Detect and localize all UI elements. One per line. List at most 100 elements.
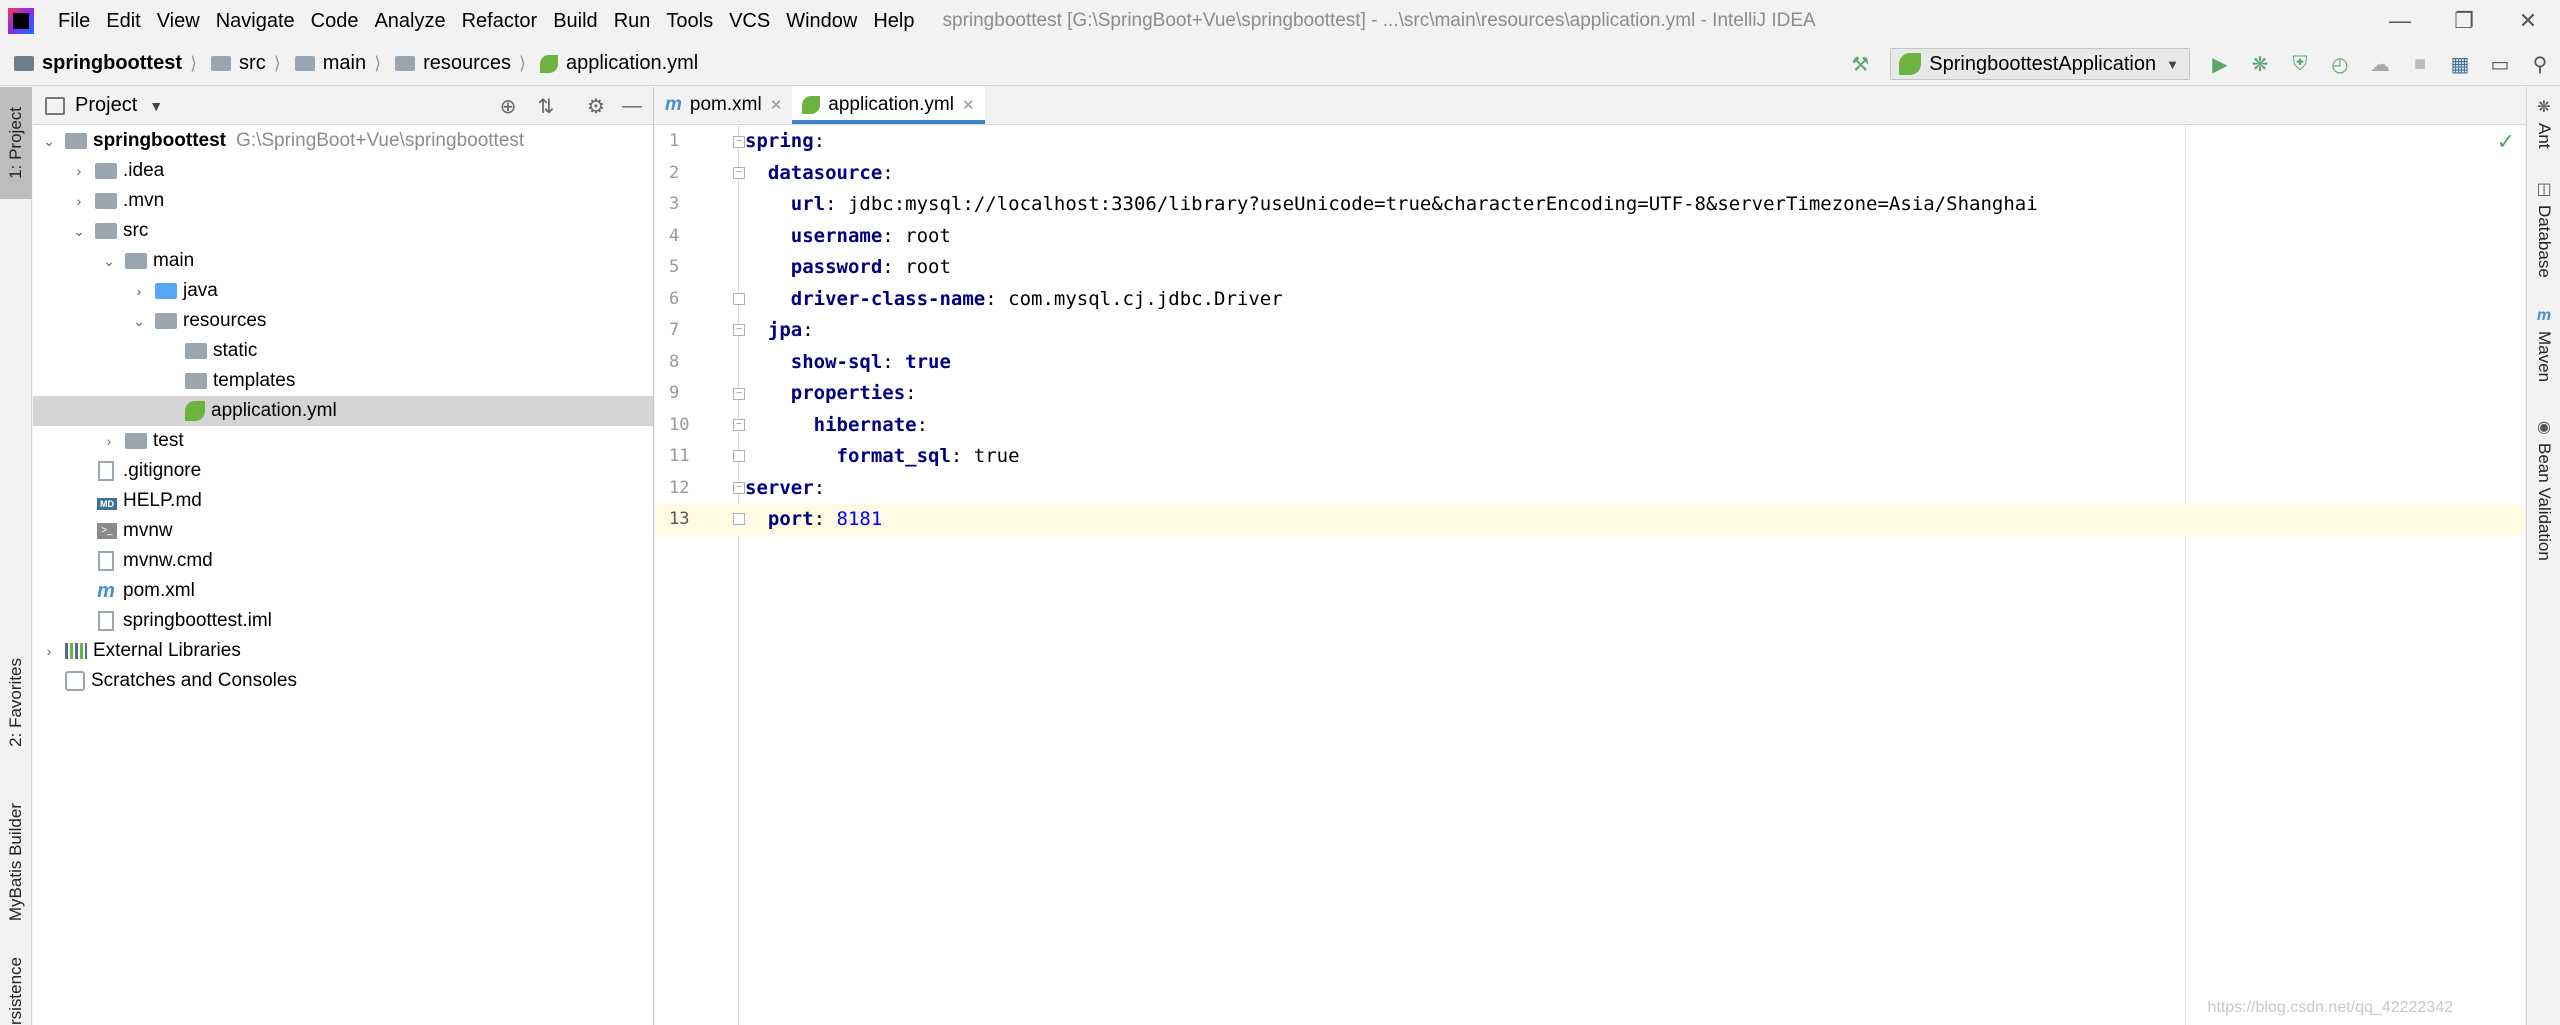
profile-icon[interactable]: ◴ [2322,46,2358,82]
code-line-current: port: 8181 [739,504,2525,536]
tree-item-src[interactable]: ⌄ src [33,216,653,246]
code-text-area[interactable]: spring: datasource: url: jdbc:mysql://lo… [739,126,2525,1025]
menu-window[interactable]: Window [778,0,865,42]
fold-toggle-icon[interactable]: − [733,324,745,336]
menu-view[interactable]: View [149,0,208,42]
menu-build[interactable]: Build [545,0,605,42]
menu-code[interactable]: Code [303,0,367,42]
close-icon[interactable]: ✕ [2496,0,2560,42]
build-hammer-icon[interactable]: ⚒ [1842,46,1878,82]
fold-toggle-icon[interactable]: − [733,136,745,148]
coverage-icon[interactable]: ⛨ [2282,46,2318,82]
tree-item-external-libraries[interactable]: › External Libraries [33,636,653,666]
chevron-right-icon[interactable]: › [69,163,89,179]
gear-icon[interactable]: ⚙ [583,93,609,119]
fold-toggle-icon[interactable]: − [733,419,745,431]
chevron-down-icon[interactable]: ⌄ [99,253,119,270]
tree-item-application-yml[interactable]: application.yml [33,396,653,426]
close-tab-icon[interactable]: ✕ [770,96,783,114]
tree-item-test[interactable]: › test [33,426,653,456]
attach-icon[interactable]: ☁ [2362,46,2398,82]
tree-item-resources[interactable]: ⌄ resources [33,306,653,336]
tree-item-label: java [183,280,218,301]
breadcrumb-project[interactable]: springboottest ⟩ [0,52,197,75]
tree-item-main[interactable]: ⌄ main [33,246,653,276]
chevron-right-icon[interactable]: › [129,283,149,299]
fold-end-icon[interactable] [733,450,745,462]
stop-icon[interactable]: ■ [2402,46,2438,82]
tab-maven[interactable]: m Maven [2527,307,2560,382]
breadcrumb-src[interactable]: src ⟩ [197,52,281,75]
restore-icon[interactable]: ❐ [2432,0,2496,42]
tab-bean-validation[interactable]: ◉ Bean Validation [2527,417,2560,561]
fold-end-icon[interactable] [733,293,745,305]
chevron-down-icon[interactable]: ⌄ [69,223,89,240]
tab-project[interactable]: 1: Project [0,87,32,199]
code-line: driver-class-name: com.mysql.cj.jdbc.Dri… [790,287,1283,310]
search-icon[interactable]: ⚲ [2522,46,2558,82]
tree-item-project-root[interactable]: ⌄ springboottest G:\SpringBoot+Vue\sprin… [33,126,653,156]
tree-item-static[interactable]: static [33,336,653,366]
debug-icon[interactable]: ❋ [2242,46,2278,82]
chevron-right-icon: ⟩ [374,53,382,73]
breadcrumb-resources[interactable]: resources ⟩ [381,52,526,75]
fold-end-icon[interactable] [733,513,745,525]
intellij-logo-icon [8,8,34,34]
breadcrumb-main[interactable]: main ⟩ [281,52,381,75]
locate-icon[interactable]: ⊕ [495,93,521,119]
menu-file[interactable]: File [50,0,98,42]
menu-refactor[interactable]: Refactor [454,0,546,42]
tab-project-label: 1: Project [6,107,25,179]
run-icon[interactable]: ▶ [2202,46,2238,82]
menu-help[interactable]: Help [865,0,922,42]
tree-item-templates[interactable]: templates [33,366,653,396]
folder-icon [95,193,117,209]
fold-toggle-icon[interactable]: − [733,482,745,494]
tree-item-gitignore[interactable]: .gitignore [33,456,653,486]
menu-vcs[interactable]: VCS [721,0,778,42]
tree-item-scratches[interactable]: Scratches and Consoles [33,666,653,696]
tab-database[interactable]: ◫ Database [2527,179,2560,278]
breadcrumb-file[interactable]: application.yml [526,52,698,75]
menu-edit[interactable]: Edit [98,0,148,42]
tab-mybatis-builder[interactable]: MyBatis Builder [0,787,32,937]
chevron-right-icon[interactable]: › [99,433,119,449]
chevron-right-icon[interactable]: › [69,193,89,209]
menu-analyze[interactable]: Analyze [366,0,453,42]
folder-icon [185,343,207,359]
menu-run[interactable]: Run [606,0,659,42]
menu-tools[interactable]: Tools [658,0,721,42]
project-panel-title[interactable]: Project [75,94,137,117]
chevron-down-icon[interactable]: ▼ [149,98,163,114]
chevron-down-icon[interactable]: ⌄ [129,313,149,330]
tree-item-label: application.yml [211,400,337,421]
tree-item-iml[interactable]: springboottest.iml [33,606,653,636]
chevron-right-icon[interactable]: › [39,643,59,659]
tree-item-label: src [123,220,149,241]
fold-toggle-icon[interactable]: − [733,167,745,179]
tree-item-mvnw-cmd[interactable]: mvnw.cmd [33,546,653,576]
close-tab-icon[interactable]: ✕ [962,96,975,114]
minimize-icon[interactable]: — [2368,0,2432,42]
tree-item-mvn[interactable]: › .mvn [33,186,653,216]
tree-item-mvnw[interactable]: >_ mvnw [33,516,653,546]
tab-favorites[interactable]: 2: Favorites [0,637,32,767]
hide-icon[interactable]: — [619,93,645,119]
tree-item-help-md[interactable]: MD HELP.md [33,486,653,516]
collapse-all-icon[interactable]: ⇅ [533,93,559,119]
project-structure-icon[interactable]: ▦ [2442,46,2478,82]
tree-item-pom-xml[interactable]: m pom.xml [33,576,653,606]
tree-item-idea[interactable]: › .idea [33,156,653,186]
tab-ant[interactable]: ❋ Ant [2527,97,2560,149]
terminal-icon[interactable]: ▭ [2482,46,2518,82]
tree-item-java[interactable]: › java [33,276,653,306]
scratches-icon [65,671,85,691]
run-configuration-select[interactable]: SpringboottestApplication ▼ [1890,48,2190,80]
tab-pom-xml[interactable]: m pom.xml ✕ [655,86,792,124]
fold-toggle-icon[interactable]: − [733,388,745,400]
tab-persistence[interactable]: Persistence [0,957,32,1025]
tree-item-label: Scratches and Consoles [91,670,297,691]
menu-navigate[interactable]: Navigate [208,0,303,42]
chevron-down-icon[interactable]: ⌄ [39,133,59,150]
tab-application-yml[interactable]: application.yml ✕ [792,86,985,124]
